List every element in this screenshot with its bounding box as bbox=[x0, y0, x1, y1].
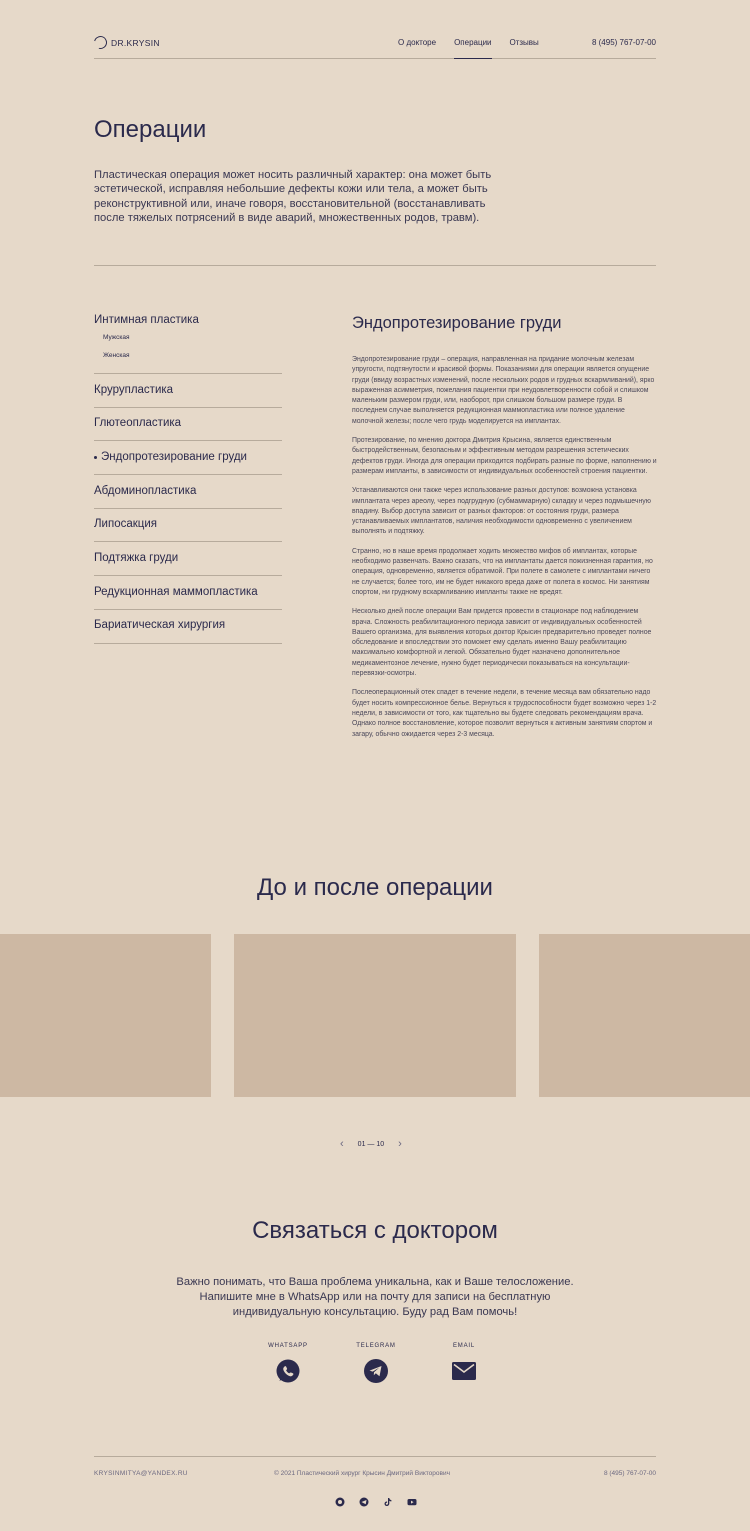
sidebar-item-label: Эндопротезирование груди bbox=[101, 450, 247, 463]
header-phone[interactable]: 8 (495) 767-07-00 bbox=[592, 38, 656, 47]
footer-divider bbox=[94, 1456, 656, 1457]
logo-text: DR.KRYSIN bbox=[111, 37, 160, 48]
before-after-gallery[interactable] bbox=[0, 934, 750, 1097]
telegram-label: TELEGRAM bbox=[356, 1343, 396, 1349]
whatsapp-label: WHATSAPP bbox=[268, 1343, 308, 1349]
youtube-small-icon[interactable] bbox=[407, 1497, 417, 1507]
telegram-small-icon[interactable] bbox=[359, 1497, 369, 1507]
operations-sidebar: Интимная пластика Мужская Женская Круруп… bbox=[94, 311, 282, 644]
whatsapp-link[interactable]: WHATSAPP bbox=[258, 1343, 318, 1389]
nav-operations[interactable]: Операции bbox=[454, 38, 492, 59]
sidebar-item-abdominoplasty[interactable]: Абдоминопластика bbox=[94, 475, 282, 509]
sidebar-item-cruroplasty[interactable]: Крурупластика bbox=[94, 374, 282, 408]
footer-copyright: © 2021 Пластический хирург Крысин Дмитри… bbox=[274, 1470, 450, 1477]
logo[interactable]: DR.KRYSIN bbox=[91, 33, 160, 52]
article-paragraph: Странно, но в наше время продолжает ходи… bbox=[352, 547, 653, 596]
intro-text: Пластическая операция может носить разли… bbox=[94, 169, 492, 225]
article-title: Эндопротезирование груди bbox=[352, 314, 562, 332]
page-title: Операции bbox=[94, 116, 207, 143]
article: Эндопротезирование груди Эндопротезирова… bbox=[352, 314, 657, 749]
whatsapp-small-icon[interactable] bbox=[335, 1497, 345, 1507]
sidebar-subitem-male[interactable]: Мужская bbox=[94, 329, 282, 347]
gallery-photo-placeholder[interactable] bbox=[234, 934, 516, 1097]
footer-socials bbox=[335, 1497, 417, 1507]
contact-title: Связаться с доктором bbox=[252, 1217, 498, 1244]
logo-icon bbox=[91, 33, 110, 52]
main-nav: О докторе Операции Отзывы bbox=[398, 38, 557, 59]
nav-about[interactable]: О докторе bbox=[398, 38, 436, 59]
sidebar-item-breast-lift[interactable]: Подтяжка груди bbox=[94, 542, 282, 577]
next-arrow-icon[interactable]: › bbox=[398, 1138, 402, 1150]
footer-email[interactable]: KRYSINMITYA@YANDEX.RU bbox=[94, 1470, 188, 1477]
prev-arrow-icon[interactable]: ‹ bbox=[340, 1138, 344, 1150]
sidebar-item-bariatric[interactable]: Бариатическая хирургия bbox=[94, 610, 282, 644]
email-link[interactable]: EMAIL bbox=[434, 1343, 494, 1389]
tiktok-small-icon[interactable] bbox=[383, 1497, 393, 1507]
gallery-photo-placeholder[interactable] bbox=[539, 934, 750, 1097]
contact-text: Важно понимать, что Ваша проблема уникал… bbox=[176, 1276, 574, 1318]
article-paragraph: Эндопротезирование груди – операция, нап… bbox=[352, 356, 655, 425]
divider bbox=[94, 265, 656, 266]
sidebar-item-gluteoplasty[interactable]: Глютеопластика bbox=[94, 408, 282, 442]
article-paragraph: Устанавливаются они также через использо… bbox=[352, 487, 651, 536]
telegram-icon bbox=[364, 1359, 388, 1383]
site-header: DR.KRYSIN О докторе Операции Отзывы 8 (4… bbox=[91, 30, 656, 59]
telegram-link[interactable]: TELEGRAM bbox=[346, 1343, 406, 1389]
whatsapp-icon bbox=[276, 1359, 300, 1383]
gallery-photo-placeholder[interactable] bbox=[0, 934, 211, 1097]
sidebar-item-reduction[interactable]: Редукционная маммопластика bbox=[94, 576, 282, 610]
sidebar-item-breast-implants[interactable]: Эндопротезирование груди bbox=[94, 441, 282, 476]
article-paragraph: Послеоперационный отек спадет в течение … bbox=[352, 689, 657, 738]
email-icon bbox=[452, 1362, 476, 1380]
article-paragraph: Несколько дней после операции Вам придет… bbox=[352, 608, 652, 678]
gallery-title: До и после операции bbox=[257, 874, 493, 901]
sidebar-subitem-female[interactable]: Женская bbox=[94, 347, 282, 374]
footer-phone[interactable]: 8 (495) 767-07-00 bbox=[604, 1470, 656, 1477]
sidebar-item-intimate[interactable]: Интимная пластика bbox=[94, 311, 282, 329]
article-paragraph: Протезирование, по мнению доктора Дмитри… bbox=[352, 437, 657, 475]
email-label: EMAIL bbox=[452, 1343, 475, 1349]
gallery-pager: ‹ 01 — 10 › bbox=[340, 1138, 402, 1150]
active-bullet-icon bbox=[94, 456, 97, 460]
pager-counter: 01 — 10 bbox=[357, 1140, 385, 1148]
sidebar-item-liposuction[interactable]: Липосакция bbox=[94, 509, 282, 543]
nav-reviews[interactable]: Отзывы bbox=[510, 38, 539, 59]
